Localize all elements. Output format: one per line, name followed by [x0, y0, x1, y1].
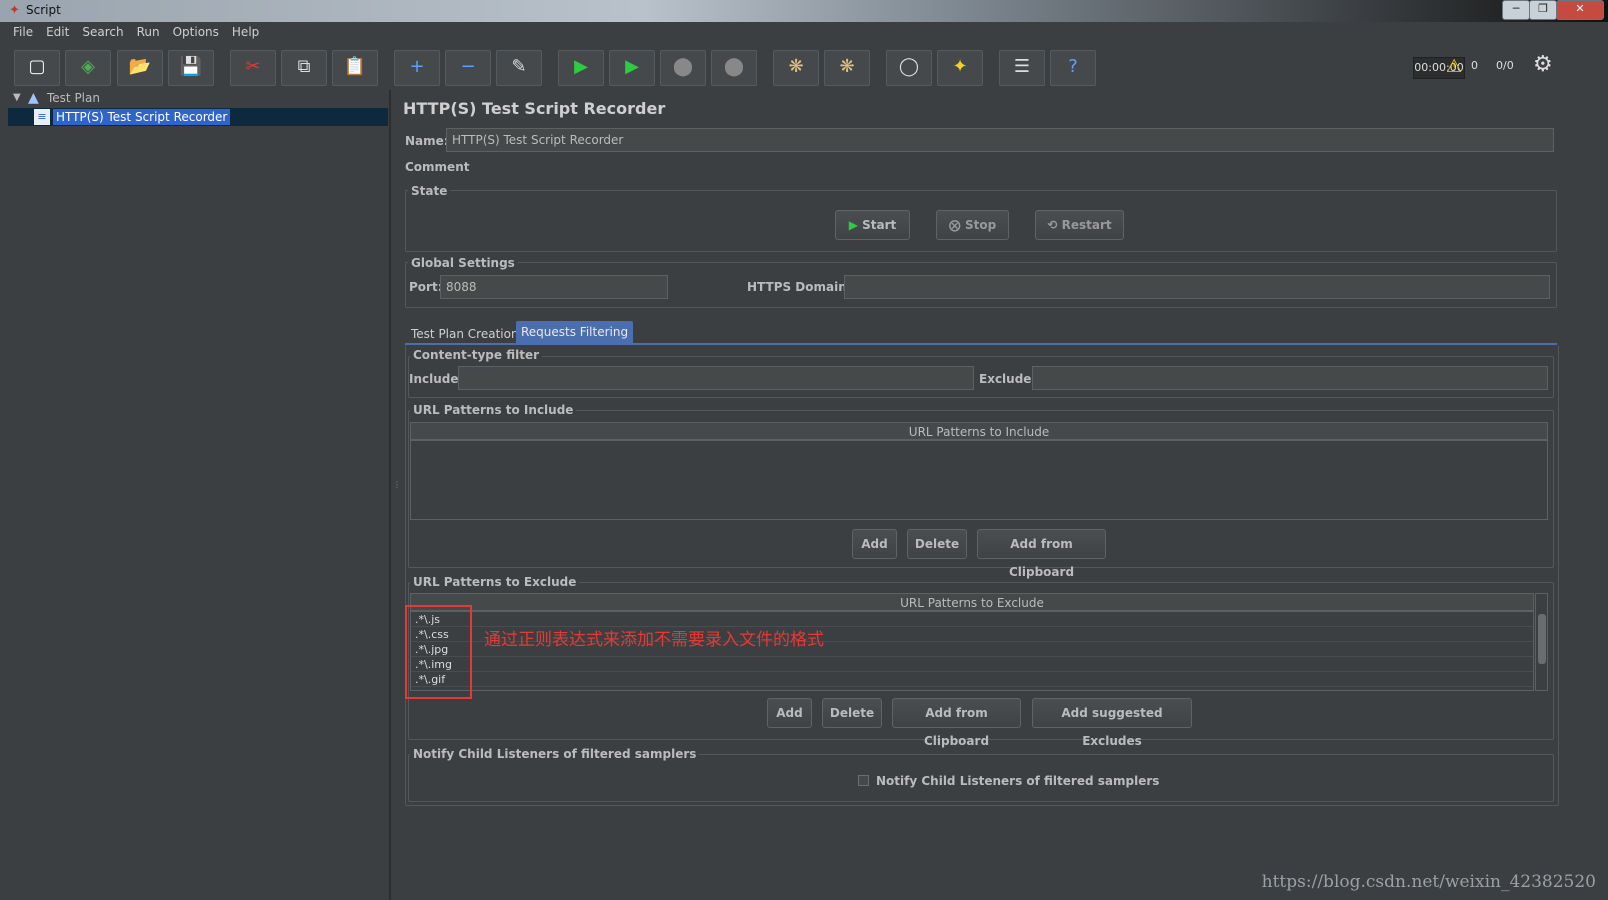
- test-plan-tree: ▼ ▲ Test Plan ≡ HTTP(S) Test Script Reco…: [8, 90, 390, 900]
- start-label: Start: [862, 218, 897, 232]
- port-field[interactable]: 8088: [440, 275, 668, 299]
- watermark: https://blog.csdn.net/weixin_42382520: [1261, 872, 1596, 892]
- function-helper-icon[interactable]: ☰: [999, 50, 1045, 86]
- include-field[interactable]: [458, 366, 974, 390]
- stop-circle-icon: ⨂: [948, 218, 961, 232]
- state-label: State: [408, 184, 451, 198]
- menu-bar: File Edit Search Run Options Help: [0, 22, 1608, 43]
- exclude-field[interactable]: [1032, 366, 1548, 390]
- toolbar: ▢ ◈ 📂 💾 ✂ ⧉ 📋 + − ✎ ▶ ▶ ⬤ ⬤ ❋ ❋ ◯ ✦ ☰ ? …: [8, 45, 1608, 90]
- stop-label: Stop: [964, 218, 997, 232]
- content-type-label: Content-type filter: [410, 348, 542, 362]
- window-titlebar: ✦ Script ─ ❐ ✕: [0, 0, 1608, 22]
- scrollbar-thumb[interactable]: [1538, 614, 1546, 664]
- exclude-patterns-label: URL Patterns to Exclude: [410, 575, 580, 589]
- table-row[interactable]: .*\.gif: [411, 672, 1533, 687]
- exclude-delete-button[interactable]: Delete: [822, 698, 882, 728]
- paste-icon[interactable]: 📋: [332, 50, 378, 86]
- shutdown-icon[interactable]: ⬤: [711, 50, 757, 86]
- annotation-text: 通过正则表达式来添加不需要录入文件的格式: [484, 630, 824, 650]
- minimize-button[interactable]: ─: [1502, 0, 1530, 20]
- add-suggested-excludes-button[interactable]: Add suggested Excludes: [1032, 698, 1192, 748]
- exclude-table-body[interactable]: .*\.js .*\.css .*\.jpg .*\.img .*\.gif: [410, 611, 1534, 691]
- menu-help[interactable]: Help: [232, 22, 259, 43]
- start-play-icon: ▶: [848, 218, 858, 232]
- comments-field[interactable]: [470, 156, 1554, 176]
- start-no-pauses-icon[interactable]: ▶: [609, 50, 655, 86]
- menu-search[interactable]: Search: [82, 22, 123, 43]
- window-title: Script: [26, 3, 61, 17]
- include-add-clipboard-button[interactable]: Add from Clipboard: [977, 529, 1106, 579]
- exclude-table-header[interactable]: URL Patterns to Exclude: [410, 593, 1534, 611]
- open-icon[interactable]: 📂: [117, 50, 163, 86]
- menu-edit[interactable]: Edit: [46, 22, 69, 43]
- maximize-button[interactable]: ❐: [1529, 0, 1557, 20]
- start-icon[interactable]: ▶: [558, 50, 604, 86]
- recorder-panel: HTTP(S) Test Script Recorder Name: HTTP(…: [402, 90, 1608, 900]
- new-icon[interactable]: ▢: [14, 50, 60, 86]
- https-domains-label: HTTPS Domains:: [747, 280, 859, 294]
- include-label: Include:: [409, 372, 464, 386]
- name-label: Name:: [405, 134, 449, 148]
- include-table-header[interactable]: URL Patterns to Include: [410, 422, 1548, 440]
- expand-all-icon[interactable]: +: [394, 50, 440, 86]
- restart-arrow-icon: ⟲: [1047, 218, 1058, 232]
- tab-requests-filtering[interactable]: Requests Filtering: [516, 321, 634, 343]
- include-patterns-label: URL Patterns to Include: [410, 403, 577, 417]
- page-title: HTTP(S) Test Script Recorder: [403, 99, 666, 118]
- exclude-add-button[interactable]: Add: [767, 698, 812, 728]
- thread-count: 0/0: [1496, 59, 1514, 72]
- reset-search-icon[interactable]: ✦: [937, 50, 983, 86]
- clear-all-icon[interactable]: ❋: [824, 50, 870, 86]
- close-button[interactable]: ✕: [1556, 0, 1604, 20]
- include-add-button[interactable]: Add: [852, 529, 897, 559]
- exclude-label: Exclude:: [979, 372, 1037, 386]
- restart-button[interactable]: ⟲ Restart: [1035, 210, 1124, 240]
- collapse-all-icon[interactable]: −: [445, 50, 491, 86]
- notify-checkbox[interactable]: [858, 775, 869, 786]
- start-button[interactable]: ▶ Start: [835, 210, 910, 240]
- port-label: Port:: [409, 280, 443, 294]
- name-field[interactable]: HTTP(S) Test Script Recorder: [446, 128, 1554, 152]
- notify-checkbox-label[interactable]: Notify Child Listeners of filtered sampl…: [876, 774, 1159, 788]
- annotation-highlight-box: [405, 605, 472, 699]
- include-delete-button[interactable]: Delete: [907, 529, 967, 559]
- restart-label: Restart: [1061, 218, 1112, 232]
- test-plan-icon: ▲: [28, 90, 39, 106]
- recorder-icon: ≡: [34, 109, 50, 125]
- templates-icon[interactable]: ◈: [65, 50, 111, 86]
- search-binoculars-icon[interactable]: ◯: [886, 50, 932, 86]
- https-domains-field[interactable]: [844, 275, 1550, 299]
- warning-count: 0: [1471, 59, 1478, 72]
- clear-icon[interactable]: ❋: [773, 50, 819, 86]
- menu-options[interactable]: Options: [173, 22, 219, 43]
- menu-run[interactable]: Run: [137, 22, 160, 43]
- exclude-add-clipboard-button[interactable]: Add from Clipboard: [892, 698, 1021, 748]
- stop-button[interactable]: ⨂ Stop: [936, 210, 1009, 240]
- table-row[interactable]: .*\.img: [411, 657, 1533, 672]
- include-table-body[interactable]: [410, 440, 1548, 520]
- global-settings-label: Global Settings: [408, 256, 518, 270]
- tree-item-recorder[interactable]: HTTP(S) Test Script Recorder: [53, 109, 231, 125]
- copy-icon[interactable]: ⧉: [281, 50, 327, 86]
- jmeter-feather-icon: ✦: [9, 3, 20, 18]
- stop-icon[interactable]: ⬤: [660, 50, 706, 86]
- help-icon[interactable]: ?: [1050, 50, 1096, 86]
- drag-handle-icon[interactable]: ⋮: [393, 480, 401, 489]
- split-divider[interactable]: ⋮: [390, 90, 402, 900]
- remote-globe-icon[interactable]: ⚙: [1533, 52, 1553, 77]
- cut-icon[interactable]: ✂: [230, 50, 276, 86]
- toggle-icon[interactable]: ✎: [496, 50, 542, 86]
- warning-icon[interactable]: ⚠: [1446, 56, 1462, 77]
- tree-item-test-plan[interactable]: Test Plan: [47, 91, 100, 105]
- tree-expand-icon[interactable]: ▼: [13, 92, 21, 103]
- tab-test-plan-creation[interactable]: Test Plan Creation: [406, 323, 524, 345]
- notify-label: Notify Child Listeners of filtered sampl…: [410, 747, 700, 761]
- save-icon[interactable]: 💾: [168, 50, 214, 86]
- menu-file[interactable]: File: [13, 22, 33, 43]
- exclude-scrollbar[interactable]: [1535, 593, 1548, 691]
